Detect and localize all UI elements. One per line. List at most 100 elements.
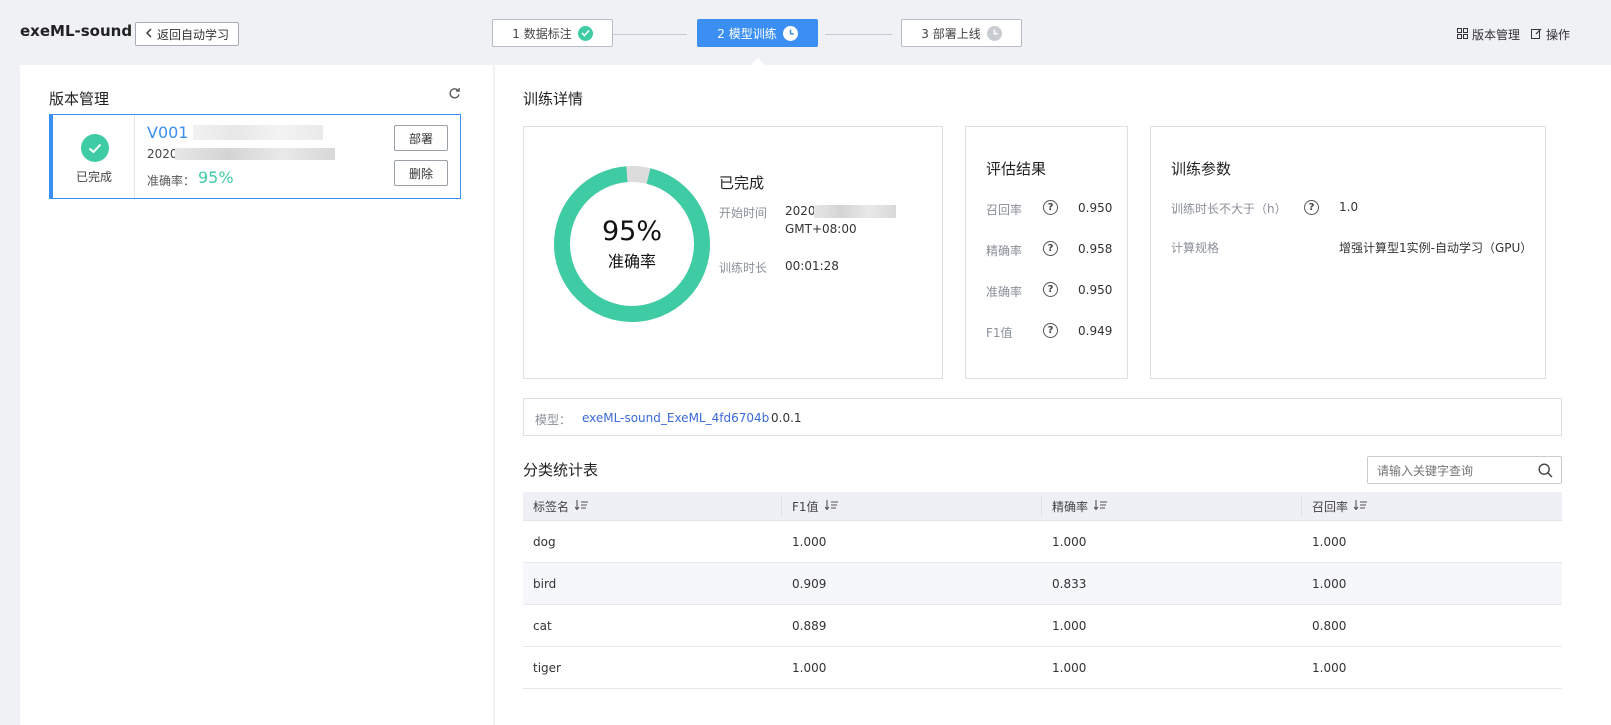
model-label: 模型： (535, 413, 572, 427)
training-params-box: 训练参数 训练时长不大于（h） ? 1.0 计算规格 增强计算型1实例-自动学习… (1150, 126, 1546, 379)
help-icon[interactable]: ? (1304, 200, 1319, 215)
class-stats-title: 分类统计表 (523, 461, 599, 479)
cell-label: tiger (533, 660, 561, 675)
version-management-link[interactable]: 版本管理 (1457, 26, 1520, 43)
operations-label: 操作 (1546, 28, 1571, 42)
table-row: cat 0.889 1.000 0.800 (523, 605, 1562, 647)
cell-f1: 1.000 (792, 534, 827, 549)
start-time-timezone: GMT+08:00 (785, 222, 857, 236)
version-panel-title: 版本管理 (49, 90, 110, 108)
class-stats-table: 标签名 F1值 精确率 召回率 dog 1.000 1.000 1.000 bi… (523, 492, 1562, 689)
eval-label: 精确率 (986, 244, 1023, 258)
column-header-text: 精确率 (1052, 499, 1089, 514)
step-deploy[interactable]: 3 部署上线 (901, 19, 1022, 47)
step-indicator-arrow (751, 58, 765, 65)
cell-f1: 0.889 (792, 618, 827, 633)
version-management-label: 版本管理 (1472, 28, 1521, 42)
search-icon[interactable] (1538, 463, 1553, 481)
operations-link[interactable]: 操作 (1531, 26, 1570, 43)
help-icon[interactable]: ? (1043, 241, 1058, 256)
start-time-label: 开始时间 (719, 206, 768, 220)
training-summary-box: 95% 准确率 已完成 开始时间 2020 GMT+08:00 训练时长 00:… (523, 126, 943, 379)
column-header-recall[interactable]: 召回率 (1302, 492, 1368, 520)
help-icon[interactable]: ? (1043, 323, 1058, 338)
cell-label: dog (533, 534, 556, 549)
duration-value: 00:01:28 (785, 259, 839, 273)
eval-label: 准确率 (986, 285, 1023, 299)
eval-label: F1值 (986, 326, 1013, 340)
version-date: 2020 (147, 147, 178, 161)
step-data-labeling[interactable]: 1 数据标注 (492, 19, 613, 47)
version-status-label: 已完成 (75, 170, 112, 184)
help-icon[interactable]: ? (1043, 282, 1058, 297)
accuracy-label: 准确率： (147, 174, 196, 188)
evaluation-title: 评估结果 (986, 160, 1047, 178)
column-header-text: 召回率 (1312, 499, 1349, 514)
eval-label: 召回率 (986, 203, 1023, 217)
start-time-value: 2020 (785, 204, 816, 218)
sort-icon[interactable] (824, 499, 839, 513)
step-connector (613, 34, 687, 35)
eval-value: 0.950 (1078, 283, 1113, 297)
grid-icon (1457, 27, 1468, 42)
sort-icon[interactable] (1093, 499, 1108, 513)
version-status: 已完成 (53, 115, 135, 198)
cell-recall: 1.000 (1312, 660, 1347, 675)
version-name[interactable]: V001 (147, 123, 188, 142)
step-model-training[interactable]: 2 模型训练 (697, 19, 818, 47)
evaluation-box: 评估结果 召回率 ? 0.950 精确率 ? 0.958 准确率 ? 0.950… (965, 126, 1128, 379)
training-params-title: 训练参数 (1171, 160, 1232, 178)
sort-icon[interactable] (1353, 499, 1368, 513)
model-name-link[interactable]: exeML-sound_ExeML_4fd6704b (582, 411, 769, 425)
model-version: 0.0.1 (771, 411, 802, 425)
table-row: bird 0.909 0.833 1.000 (523, 563, 1562, 605)
training-detail-panel: 训练详情 95% 准确率 已完成 开始时间 2020 GMT+08:00 训练时… (495, 65, 1611, 725)
search-box[interactable] (1367, 456, 1562, 484)
step-label: 3 部署上线 (921, 26, 981, 41)
step-connector (825, 34, 892, 35)
table-header: 标签名 F1值 精确率 召回率 (523, 492, 1562, 521)
clock-icon (782, 25, 798, 41)
cell-recall: 0.800 (1312, 618, 1347, 633)
deploy-button[interactable]: 部署 (394, 125, 448, 151)
cell-recall: 1.000 (1312, 534, 1347, 549)
param-label: 训练时长不大于（h） (1171, 202, 1287, 216)
eval-value: 0.949 (1078, 324, 1113, 338)
cell-precision: 1.000 (1052, 534, 1087, 549)
sort-icon[interactable] (574, 499, 589, 513)
column-header-label[interactable]: 标签名 (523, 492, 589, 520)
column-header-text: F1值 (792, 499, 819, 514)
column-header-precision[interactable]: 精确率 (1042, 492, 1108, 520)
clock-icon (986, 25, 1002, 41)
table-row: dog 1.000 1.000 1.000 (523, 521, 1562, 563)
step-label: 1 数据标注 (512, 26, 572, 41)
refresh-icon[interactable] (448, 87, 461, 103)
column-header-text: 标签名 (533, 499, 570, 514)
delete-button[interactable]: 删除 (394, 160, 448, 186)
cell-f1: 0.909 (792, 576, 827, 591)
model-info-bar: 模型： exeML-sound_ExeML_4fd6704b 0.0.1 (523, 398, 1562, 436)
cell-f1: 1.000 (792, 660, 827, 675)
cell-precision: 1.000 (1052, 660, 1087, 675)
version-card[interactable]: 已完成 V001 2020 准确率： 95% 部署 删除 (49, 114, 461, 199)
back-button-label: 返回自动学习 (156, 27, 229, 42)
redacted-text (175, 148, 335, 160)
help-icon[interactable]: ? (1043, 200, 1058, 215)
check-circle-icon (81, 134, 109, 162)
accuracy-value: 95% (198, 168, 234, 187)
param-value: 1.0 (1339, 200, 1359, 214)
redacted-text (814, 205, 896, 218)
cell-label: cat (533, 618, 552, 633)
cell-recall: 1.000 (1312, 576, 1347, 591)
eval-value: 0.950 (1078, 201, 1113, 215)
eval-value: 0.958 (1078, 242, 1113, 256)
duration-label: 训练时长 (719, 261, 768, 275)
check-circle-icon (577, 25, 593, 41)
search-input[interactable] (1377, 462, 1527, 479)
chevron-left-icon (145, 27, 153, 41)
version-list-panel: 版本管理 已完成 V001 2020 准确率： 95% 部署 删除 (20, 65, 493, 725)
back-button[interactable]: 返回自动学习 (135, 22, 239, 46)
training-status: 已完成 (719, 174, 765, 192)
step-label: 2 模型训练 (717, 26, 777, 41)
column-header-f1[interactable]: F1值 (782, 492, 839, 520)
